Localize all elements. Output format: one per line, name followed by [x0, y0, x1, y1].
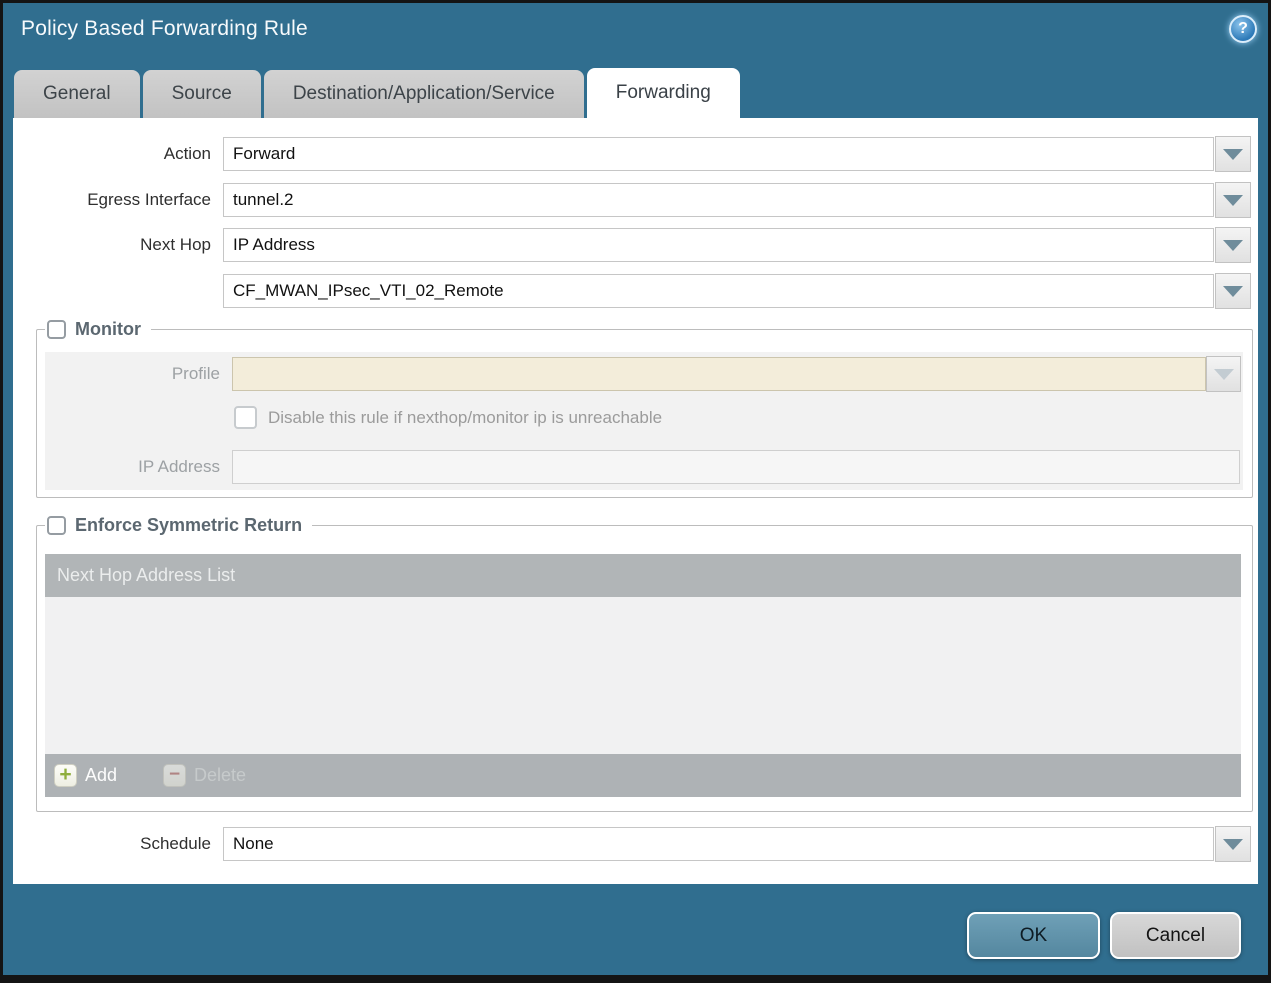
help-icon[interactable]	[1229, 15, 1257, 43]
schedule-select[interactable]: None	[223, 827, 1214, 861]
chevron-down-icon	[1223, 240, 1243, 251]
tab-general[interactable]: General	[14, 70, 140, 118]
schedule-label: Schedule	[0, 827, 211, 861]
next-hop-dropdown-button[interactable]	[1215, 227, 1251, 263]
chevron-down-icon	[1223, 149, 1243, 160]
pbf-rule-dialog: Policy Based Forwarding Rule General Sou…	[0, 0, 1271, 983]
egress-interface-label: Egress Interface	[0, 183, 211, 217]
profile-select	[232, 357, 1206, 391]
tab-bar: General Source Destination/Application/S…	[14, 68, 740, 118]
action-dropdown-button[interactable]	[1215, 136, 1251, 172]
next-hop-address-list-header: Next Hop Address List	[45, 554, 1241, 597]
cancel-button[interactable]: Cancel	[1110, 912, 1241, 959]
symmetric-return-title: Enforce Symmetric Return	[75, 515, 302, 536]
disable-rule-checkbox	[234, 406, 257, 429]
table-footer-bar: Add Delete	[45, 754, 1241, 797]
symmetric-return-legend: Enforce Symmetric Return	[45, 513, 312, 538]
next-hop-type-select[interactable]: IP Address	[223, 228, 1214, 262]
add-button[interactable]: Add	[85, 765, 117, 786]
chevron-down-icon	[1214, 369, 1234, 380]
chevron-down-icon	[1223, 195, 1243, 206]
tab-source[interactable]: Source	[143, 70, 261, 118]
next-hop-address-list-body[interactable]	[45, 597, 1241, 754]
monitor-legend: Monitor	[45, 317, 151, 342]
chevron-down-icon	[1223, 286, 1243, 297]
next-hop-address-select[interactable]: CF_MWAN_IPsec_VTI_02_Remote	[223, 274, 1214, 308]
monitor-ip-input	[232, 450, 1240, 484]
ok-button[interactable]: OK	[967, 912, 1100, 959]
egress-interface-dropdown-button[interactable]	[1215, 182, 1251, 218]
tab-forwarding[interactable]: Forwarding	[587, 68, 740, 118]
next-hop-label: Next Hop	[0, 228, 211, 262]
disable-rule-label: Disable this rule if nexthop/monitor ip …	[268, 401, 662, 435]
schedule-dropdown-button[interactable]	[1215, 826, 1251, 862]
next-hop-address-dropdown-button[interactable]	[1215, 273, 1251, 309]
monitor-title: Monitor	[75, 319, 141, 340]
monitor-ip-label: IP Address	[0, 450, 220, 484]
plus-icon[interactable]	[54, 764, 77, 787]
action-select[interactable]: Forward	[223, 137, 1214, 171]
action-label: Action	[0, 137, 211, 171]
delete-button: Delete	[194, 765, 246, 786]
symmetric-return-checkbox[interactable]	[47, 516, 66, 535]
chevron-down-icon	[1223, 839, 1243, 850]
monitor-checkbox[interactable]	[47, 320, 66, 339]
dialog-title: Policy Based Forwarding Rule	[21, 17, 308, 41]
profile-label: Profile	[0, 357, 220, 391]
tab-destination-application-service[interactable]: Destination/Application/Service	[264, 70, 584, 118]
egress-interface-select[interactable]: tunnel.2	[223, 183, 1214, 217]
next-hop-address-table: Next Hop Address List Add Delete	[45, 554, 1241, 797]
profile-dropdown-button	[1206, 356, 1241, 392]
minus-icon	[163, 764, 186, 787]
